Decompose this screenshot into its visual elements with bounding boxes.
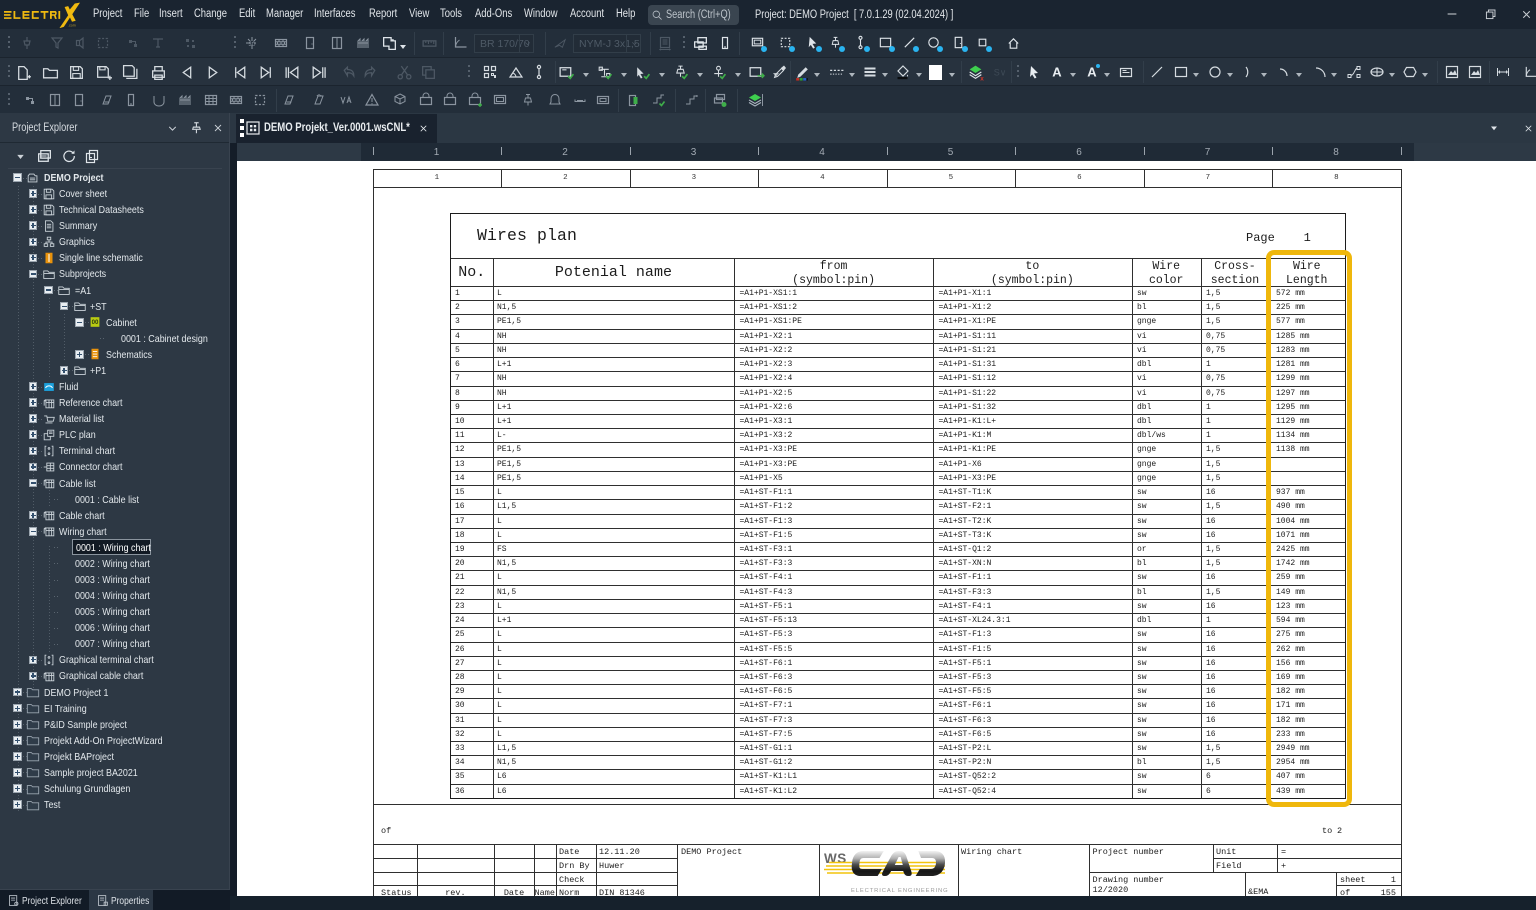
svg-text:.com: .com	[68, 24, 76, 28]
svg-text:x: x	[980, 75, 984, 81]
svg-text:S∨: S∨	[994, 68, 1007, 78]
svg-text:WS: WS	[824, 851, 847, 866]
svg-text:ELECTRICAL ENGINEERING: ELECTRICAL ENGINEERING	[851, 888, 949, 894]
svg-text:3D: 3D	[248, 42, 255, 48]
svg-text:A: A	[1052, 65, 1062, 80]
svg-text:00: 00	[92, 319, 99, 326]
